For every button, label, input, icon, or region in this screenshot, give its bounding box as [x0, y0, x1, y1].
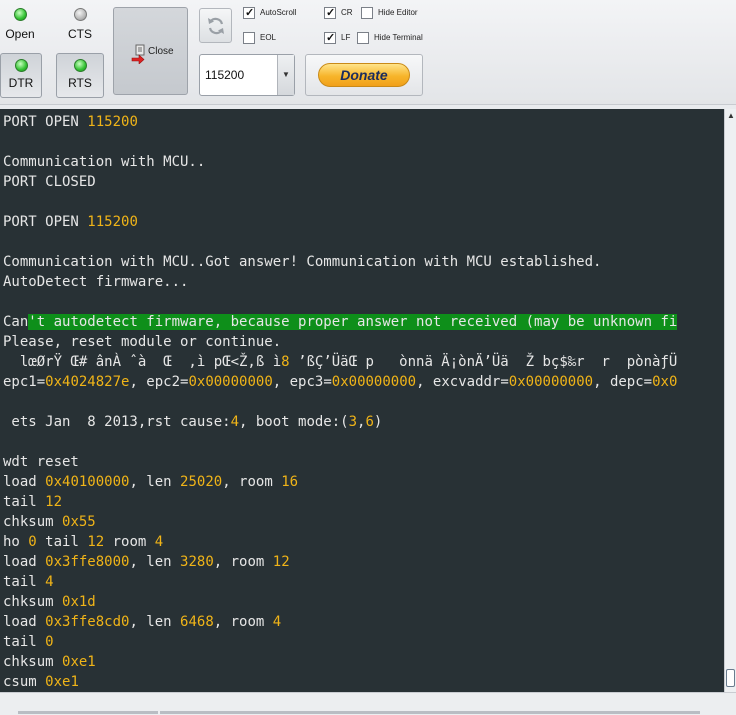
dtr-led-icon	[14, 59, 28, 72]
status-bar	[0, 692, 736, 715]
dtr-toggle[interactable]: DTR	[0, 53, 42, 98]
toolbar: Open CTS DTR RTS Close ✓ AutoScroll EOL	[0, 0, 736, 105]
eol-label: EOL	[260, 33, 277, 42]
terminal-line: wdt reset	[3, 454, 79, 470]
open-indicator[interactable]: Open	[0, 8, 40, 48]
terminal-line: PORT OPEN 115200	[3, 214, 138, 230]
rts-label: RTS	[68, 76, 92, 90]
terminal-output[interactable]: PORT OPEN 115200 Communication with MCU.…	[0, 109, 724, 692]
eol-checkbox[interactable]: EOL	[243, 30, 276, 46]
baud-rate-value: 115200	[205, 68, 245, 82]
autoscroll-check-icon: ✓	[243, 6, 255, 19]
terminal-line: Can't autodetect firmware, because prope…	[3, 314, 678, 330]
open-label: Open	[5, 27, 35, 41]
terminal-line: epc1=0x4024827e, epc2=0x00000000, epc3=0…	[3, 374, 678, 390]
close-button[interactable]: Close	[113, 7, 188, 95]
hide-editor-label: Hide Editor	[378, 8, 418, 17]
close-label: Close	[148, 46, 174, 57]
dtr-label: DTR	[8, 76, 34, 90]
cr-label: CR	[341, 8, 353, 17]
terminal-line: tail 12	[3, 494, 63, 510]
rts-led-icon	[73, 59, 87, 72]
close-port-icon	[131, 44, 145, 64]
hide-terminal-label: Hide Terminal	[374, 33, 423, 42]
terminal-line: PORT CLOSED	[3, 174, 96, 190]
status-divider	[160, 711, 700, 714]
terminal-line: PORT OPEN 115200	[3, 114, 138, 130]
terminal-line: chksum 0x55	[3, 514, 96, 530]
cts-led-icon	[73, 8, 87, 21]
scrollbar-thumb[interactable]	[726, 669, 735, 687]
rts-toggle[interactable]: RTS	[56, 53, 104, 98]
terminal-line: load 0x3ffe8cd0, len 6468, room 4	[3, 614, 282, 630]
terminal-line: Communication with MCU..Got answer! Comm…	[3, 254, 602, 270]
refresh-icon	[208, 17, 224, 35]
hide-terminal-checkbox[interactable]: Hide Terminal	[357, 30, 423, 46]
vertical-scrollbar[interactable]: ▲	[724, 109, 736, 692]
hide-terminal-check-icon	[357, 31, 369, 44]
terminal-lines: PORT OPEN 115200 Communication with MCU.…	[0, 109, 724, 692]
terminal-line: chksum 0xe1	[3, 654, 96, 670]
cts-label: CTS	[68, 27, 92, 41]
terminal-line: tail 4	[3, 574, 54, 590]
hide-editor-checkbox[interactable]: Hide Editor	[361, 5, 418, 21]
terminal-line: ets Jan 8 2013,rst cause:4, boot mode:(3…	[3, 414, 383, 430]
autoscroll-checkbox[interactable]: ✓ AutoScroll	[243, 5, 296, 21]
chevron-down-icon[interactable]: ▼	[277, 55, 294, 95]
cts-indicator: CTS	[60, 8, 100, 48]
terminal-line: lœØrŸ Œ# ânÀ ˆà Œ ,ì pŒ<Ž,ß ì8 ’ßÇ’ÜäŒ p…	[3, 354, 678, 370]
terminal-line: AutoDetect firmware...	[3, 274, 189, 290]
eol-check-icon	[243, 31, 255, 44]
terminal-line: Communication with MCU..	[3, 154, 206, 170]
terminal-line: tail 0	[3, 634, 54, 650]
lf-checkbox[interactable]: ✓ LF	[324, 30, 350, 46]
terminal-line: load 0x40100000, len 25020, room 16	[3, 474, 299, 490]
terminal-line: chksum 0x1d	[3, 594, 96, 610]
autoscroll-label: AutoScroll	[260, 8, 297, 17]
hide-editor-check-icon	[361, 6, 373, 19]
terminal-line: load 0x3ffe8000, len 3280, room 12	[3, 554, 290, 570]
refresh-button[interactable]	[199, 8, 232, 43]
cr-checkbox[interactable]: ✓ CR	[324, 5, 353, 21]
donate-panel: Donate	[305, 54, 423, 96]
status-divider	[18, 711, 158, 714]
donate-button[interactable]: Donate	[318, 63, 410, 87]
terminal-line: Please, reset module or continue.	[3, 334, 282, 350]
open-led-icon	[13, 8, 27, 21]
lf-check-icon: ✓	[324, 31, 336, 44]
terminal-line: ho 0 tail 12 room 4	[3, 534, 164, 550]
scroll-up-icon[interactable]: ▲	[727, 111, 735, 120]
baud-rate-select[interactable]: 115200 ▼	[199, 54, 295, 96]
cr-check-icon: ✓	[324, 6, 336, 19]
lf-label: LF	[341, 33, 351, 42]
terminal-line: csum 0xe1	[3, 674, 79, 690]
